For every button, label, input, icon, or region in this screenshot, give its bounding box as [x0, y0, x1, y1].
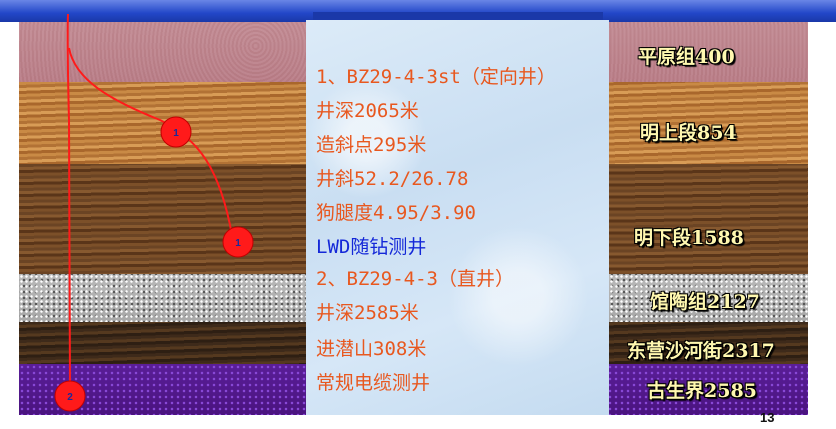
- well2-marker: 2: [54, 380, 86, 412]
- well1-deviated-path: [68, 47, 233, 236]
- slide: 1、BZ29-4-3st（定向井） 井深2065米 造斜点295米 井斜52.2…: [0, 0, 836, 429]
- svg-text:1: 1: [173, 128, 179, 139]
- well1-upper-marker: 1: [160, 116, 192, 148]
- svg-text:1: 1: [235, 238, 241, 249]
- page-number: 13: [760, 410, 775, 425]
- svg-text:2: 2: [67, 392, 73, 403]
- well1-lower-marker: 1: [222, 226, 254, 258]
- well-trajectories: 1 1 2: [54, 13, 254, 412]
- well2-vertical-path: [66, 13, 71, 391]
